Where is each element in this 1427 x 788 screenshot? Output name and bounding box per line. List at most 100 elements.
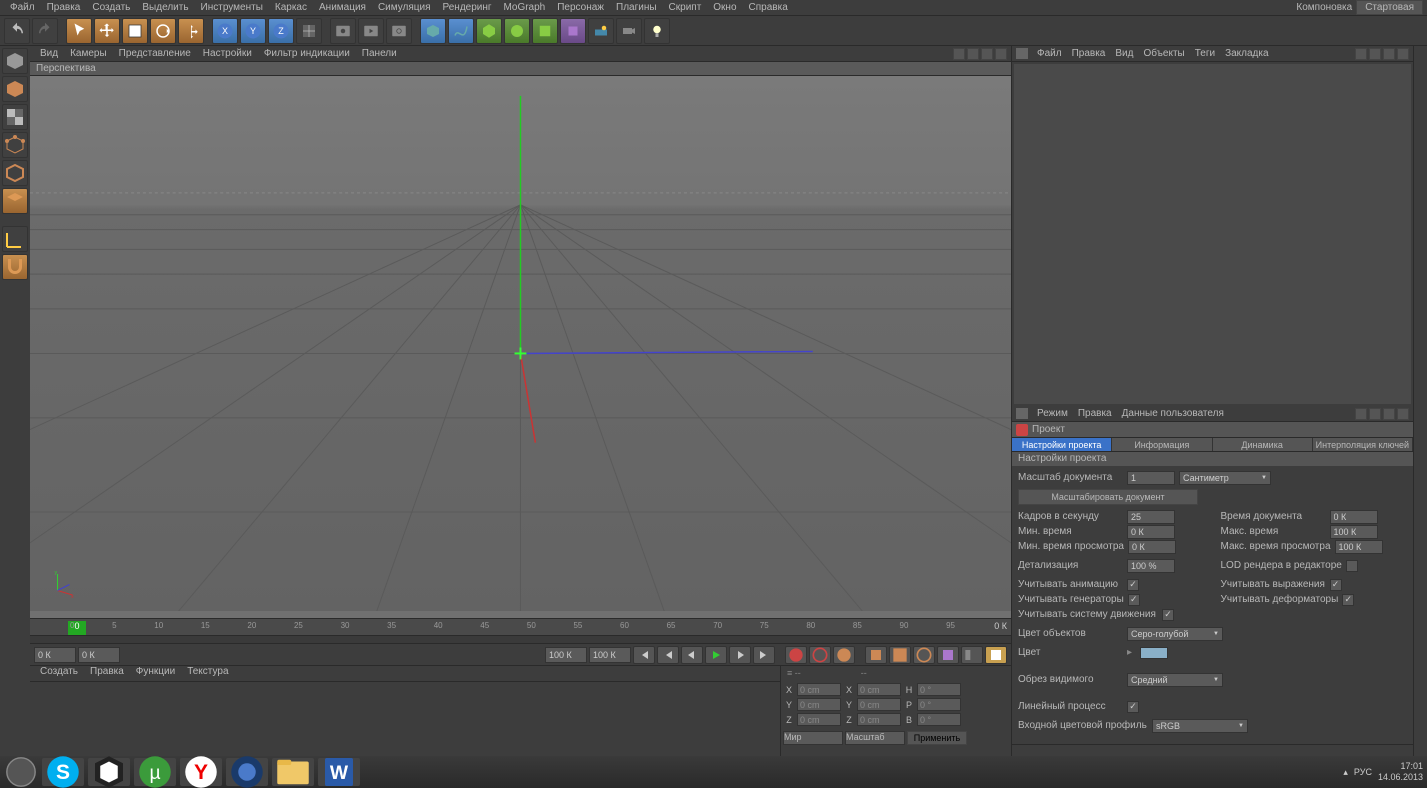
obj-eye-icon[interactable] <box>1369 48 1381 60</box>
menu-render[interactable]: Рендеринг <box>437 2 498 13</box>
taskbar-explorer[interactable] <box>272 758 314 786</box>
max-time-input[interactable] <box>1330 525 1378 539</box>
layout-dropdown[interactable]: Стартовая <box>1356 0 1423 15</box>
key-scale-button[interactable] <box>889 646 911 664</box>
mat-menu-edit[interactable]: Правка <box>84 666 130 681</box>
rot-h-input[interactable] <box>917 683 961 696</box>
use-gen-checkbox[interactable] <box>1128 594 1140 606</box>
attr-fwd-icon[interactable] <box>1369 408 1381 420</box>
key-pla-button[interactable] <box>961 646 983 664</box>
taskbar-unity[interactable] <box>88 758 130 786</box>
scale-tool[interactable] <box>122 18 148 44</box>
add-modeling-button[interactable] <box>532 18 558 44</box>
menu-edit[interactable]: Правка <box>41 2 87 13</box>
object-mode-button[interactable] <box>2 76 28 102</box>
obj-menu-view[interactable]: Вид <box>1110 48 1138 59</box>
key-rot-button[interactable] <box>913 646 935 664</box>
menu-file[interactable]: Файл <box>4 2 41 13</box>
obj-menu-edit[interactable]: Правка <box>1067 48 1111 59</box>
vp-menu-panel[interactable]: Панели <box>356 48 403 59</box>
vp-menu-view[interactable]: Вид <box>34 48 64 59</box>
input-profile-dropdown[interactable]: sRGB <box>1152 719 1248 733</box>
menu-select[interactable]: Выделить <box>136 2 194 13</box>
pos-y-input[interactable] <box>797 698 841 711</box>
size-y-input[interactable] <box>857 698 901 711</box>
add-cube-button[interactable] <box>420 18 446 44</box>
doc-scale-unit-dropdown[interactable]: Сантиметр <box>1179 471 1271 485</box>
tray-lang[interactable]: РУС <box>1354 767 1372 777</box>
vp-zoom-icon[interactable] <box>981 48 993 60</box>
min-time-input[interactable] <box>1127 525 1175 539</box>
prev-frame-button[interactable] <box>681 646 703 664</box>
obj-menu-tags[interactable]: Теги <box>1190 48 1220 59</box>
goto-end-button[interactable] <box>753 646 775 664</box>
texture-mode-button[interactable] <box>2 104 28 130</box>
menu-tools[interactable]: Инструменты <box>195 2 269 13</box>
point-mode-button[interactable] <box>2 132 28 158</box>
obj-menu-objects[interactable]: Объекты <box>1138 48 1189 59</box>
start-button[interactable] <box>4 758 38 786</box>
snap-button[interactable] <box>2 254 28 280</box>
menu-create[interactable]: Создать <box>86 2 136 13</box>
timeline-range-end-input[interactable] <box>545 647 587 663</box>
key-pos-button[interactable] <box>865 646 887 664</box>
attr-layout-icon[interactable] <box>1397 408 1409 420</box>
last-tool[interactable] <box>178 18 204 44</box>
coord-system-button[interactable] <box>296 18 322 44</box>
menu-animation[interactable]: Анимация <box>313 2 372 13</box>
lod-checkbox[interactable] <box>1346 560 1358 572</box>
keyframe-sel-button[interactable] <box>833 646 855 664</box>
key-all-button[interactable] <box>985 646 1007 664</box>
rotate-tool[interactable] <box>150 18 176 44</box>
vp-rotate-icon[interactable] <box>995 48 1007 60</box>
min-preview-input[interactable] <box>1128 540 1176 554</box>
render-settings-button[interactable] <box>386 18 412 44</box>
add-nurbs-button[interactable] <box>476 18 502 44</box>
tab-dynamics[interactable]: Динамика <box>1213 438 1313 451</box>
taskbar-utorrent[interactable]: µ <box>134 758 176 786</box>
tray-clock[interactable]: 17:01 14.06.2013 <box>1378 761 1423 783</box>
tab-key-interpolation[interactable]: Интерполяция ключей <box>1313 438 1413 451</box>
attr-menu-edit[interactable]: Правка <box>1073 408 1117 419</box>
menu-simulation[interactable]: Симуляция <box>372 2 437 13</box>
pos-z-input[interactable] <box>797 713 841 726</box>
move-tool[interactable] <box>94 18 120 44</box>
axis-button[interactable] <box>2 226 28 252</box>
mat-menu-create[interactable]: Создать <box>34 666 84 681</box>
mat-menu-texture[interactable]: Текстура <box>181 666 234 681</box>
tray-show-hidden-icon[interactable]: ▴ <box>1343 767 1348 778</box>
add-environment-button[interactable] <box>588 18 614 44</box>
obj-search-icon[interactable] <box>1355 48 1367 60</box>
render-active-button[interactable] <box>358 18 384 44</box>
detail-input[interactable] <box>1127 559 1175 573</box>
attr-menu-mode[interactable]: Режим <box>1032 408 1073 419</box>
attr-scrollbar[interactable] <box>1012 744 1413 756</box>
attr-menu-userdata[interactable]: Данные пользователя <box>1117 408 1229 419</box>
timeline-range-start-input[interactable] <box>78 647 120 663</box>
add-generator-button[interactable] <box>504 18 530 44</box>
menu-mesh[interactable]: Каркас <box>269 2 313 13</box>
rot-b-input[interactable] <box>917 713 961 726</box>
autokey-button[interactable] <box>809 646 831 664</box>
tab-project-settings[interactable]: Настройки проекта <box>1012 438 1112 451</box>
menu-window[interactable]: Окно <box>707 2 742 13</box>
goto-start-button[interactable] <box>633 646 655 664</box>
menu-mograph[interactable]: MoGraph <box>498 2 552 13</box>
coord-scale-dropdown[interactable]: Масштаб <box>845 731 905 745</box>
scale-document-button[interactable]: Масштабировать документ <box>1018 489 1198 505</box>
taskbar-skype[interactable]: S <box>42 758 84 786</box>
obj-filter-icon[interactable] <box>1383 48 1395 60</box>
crop-dropdown[interactable]: Средний <box>1127 673 1223 687</box>
coord-apply-button[interactable]: Применить <box>907 731 967 745</box>
taskbar-cinema4d[interactable] <box>226 758 268 786</box>
linear-checkbox[interactable] <box>1127 701 1139 713</box>
poly-mode-button[interactable] <box>2 188 28 214</box>
size-z-input[interactable] <box>857 713 901 726</box>
menu-plugins[interactable]: Плагины <box>610 2 663 13</box>
rot-p-input[interactable] <box>917 698 961 711</box>
obj-menu-file[interactable]: Файл <box>1032 48 1067 59</box>
use-motion-checkbox[interactable] <box>1162 609 1174 621</box>
prev-key-button[interactable] <box>657 646 679 664</box>
z-axis-lock[interactable]: Z <box>268 18 294 44</box>
timeline-start-input[interactable] <box>34 647 76 663</box>
